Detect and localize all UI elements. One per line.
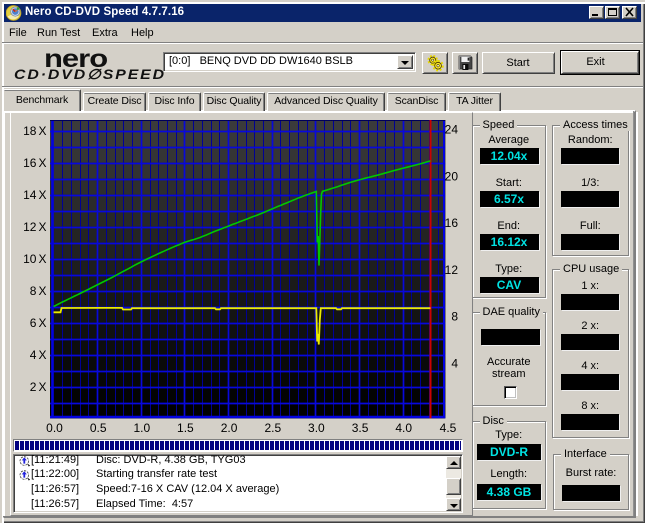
svg-text:24: 24 [445, 123, 459, 137]
svg-text:16: 16 [445, 216, 459, 230]
svg-text:2.5: 2.5 [264, 421, 281, 435]
svg-text:2X: 2X [30, 380, 47, 394]
svg-text:10X: 10 X [23, 252, 46, 266]
svg-text:6X: 6X [30, 316, 47, 330]
svg-text:1.5: 1.5 [177, 421, 194, 435]
svg-text:12X: 12 X [23, 220, 46, 234]
svg-text:20: 20 [445, 169, 459, 183]
svg-text:16X: 16 X [23, 156, 46, 170]
svg-text:14X: 14 X [23, 188, 46, 202]
svg-text:8: 8 [451, 310, 458, 324]
svg-text:3.0: 3.0 [308, 421, 325, 435]
svg-text:4X: 4X [30, 348, 47, 362]
svg-text:0.5: 0.5 [90, 421, 107, 435]
svg-text:18X: 18 X [23, 124, 46, 138]
svg-text:4: 4 [451, 356, 458, 370]
svg-text:4.0: 4.0 [395, 421, 412, 435]
svg-text:8X: 8X [30, 284, 47, 298]
svg-text:0.0: 0.0 [46, 421, 63, 435]
svg-text:1.0: 1.0 [133, 421, 150, 435]
svg-text:3.5: 3.5 [352, 421, 369, 435]
svg-text:2.0: 2.0 [221, 421, 238, 435]
svg-text:12: 12 [445, 263, 459, 277]
svg-text:4.5: 4.5 [440, 421, 457, 435]
